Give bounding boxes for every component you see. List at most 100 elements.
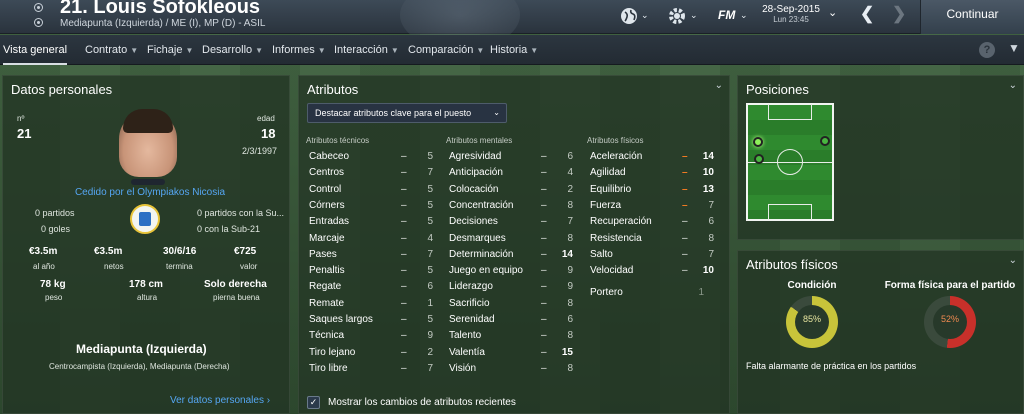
recent-changes-checkbox[interactable]: ✓ [307, 396, 320, 409]
continue-button[interactable]: Continuar [920, 0, 1024, 34]
dash-marker-icon: – [682, 216, 688, 228]
fm-logo[interactable]: FM [718, 8, 735, 22]
attribute-name: Aceleración [590, 151, 643, 162]
chevron-down-icon[interactable]: ⌄ [1009, 80, 1017, 91]
attribute-row[interactable]: Entradas – 5 [309, 214, 439, 230]
attribute-value: 7 [708, 199, 714, 211]
position-dot-natural[interactable] [753, 137, 763, 147]
dash-marker-icon: – [541, 281, 547, 293]
chevron-down-icon[interactable]: ⌄ [690, 10, 698, 21]
attribute-row[interactable]: Tiro libre – 7 [309, 361, 439, 377]
tab-interaccion[interactable]: Interacción ▼ [334, 35, 399, 65]
attribute-value: 8 [567, 232, 573, 244]
club-badge-icon[interactable] [130, 204, 160, 234]
attribute-row[interactable]: Anticipación – 4 [449, 165, 579, 181]
dash-marker-icon: – [541, 297, 547, 309]
attribute-row[interactable]: Remate – 1 [309, 296, 439, 312]
attribute-row[interactable]: Penaltis – 5 [309, 263, 439, 279]
position-dot-accomplished[interactable] [820, 136, 830, 146]
attribute-row[interactable]: Técnica – 9 [309, 328, 439, 344]
attribute-row[interactable]: Saques largos – 5 [309, 312, 439, 328]
loan-link[interactable]: Cedido por el Olympiakos Nicosia [60, 187, 240, 198]
chevron-down-icon[interactable]: ⌄ [740, 10, 748, 21]
tab-informes[interactable]: Informes ▼ [272, 35, 326, 65]
chevron-down-icon[interactable]: ⌄ [828, 6, 837, 19]
attribute-row[interactable]: Pases – 7 [309, 247, 439, 263]
highlight-key-attributes-dropdown[interactable]: Destacar atributos clave para el puesto ⌄ [307, 103, 507, 123]
menu-dot-icon[interactable] [34, 18, 43, 27]
back-arrow-icon[interactable]: ❮ [860, 4, 874, 24]
date-text: 28-Sep-2015 [762, 4, 820, 15]
attribute-row[interactable]: Tiro lejano – 2 [309, 345, 439, 361]
attribute-name: Centros [309, 167, 345, 179]
dash-marker-icon: – [541, 151, 547, 162]
view-personal-link[interactable]: Ver datos personales › [170, 395, 270, 406]
attribute-row[interactable]: Visión – 8 [449, 361, 579, 377]
attribute-row[interactable]: Velocidad – 10 [590, 263, 720, 279]
attribute-row[interactable]: Agresividad – 6 [449, 149, 579, 165]
attribute-row[interactable]: Juego en equipo – 9 [449, 263, 579, 279]
date-of-birth: 2/3/1997 [242, 146, 278, 156]
gear-icon[interactable] [668, 7, 686, 29]
attribute-row[interactable]: Cabeceo – 5 [309, 149, 439, 165]
chevron-down-icon[interactable]: ⌄ [1009, 255, 1017, 266]
attribute-row[interactable]: Liderazgo – 9 [449, 279, 579, 295]
tab-contrato[interactable]: Contrato ▼ [85, 35, 138, 65]
attribute-name: Decisiones [449, 216, 498, 228]
attribute-row[interactable]: Recuperación – 6 [590, 214, 720, 230]
attribute-row[interactable]: Control – 5 [309, 182, 439, 198]
attribute-value: 9 [567, 281, 573, 293]
attribute-row[interactable]: Salto – 7 [590, 247, 720, 263]
attribute-row[interactable]: Resistencia – 8 [590, 231, 720, 247]
penalty-area [768, 104, 812, 120]
attribute-row[interactable]: Talento – 8 [449, 328, 579, 344]
attribute-row[interactable]: Colocación – 2 [449, 182, 579, 198]
tab-historia[interactable]: Historia ▼ [490, 35, 538, 65]
globe-icon[interactable] [620, 7, 638, 29]
attribute-row[interactable]: Determinación – 14 [449, 247, 579, 263]
attribute-row[interactable]: Agilidad – 10 [590, 165, 720, 181]
key-attribute-marker-icon: – [682, 199, 688, 211]
attribute-value: 2 [567, 183, 573, 195]
u21-goals: 0 con la Sub-21 [197, 224, 261, 234]
more-menu-icon[interactable]: ▼ [1008, 41, 1020, 55]
wage-label: al año [33, 262, 55, 271]
menu-dot-icon[interactable] [34, 3, 43, 12]
net-wage-value: €3.5m [94, 246, 123, 257]
attribute-row[interactable]: Concentración – 8 [449, 198, 579, 214]
attribute-row[interactable]: Fuerza – 7 [590, 198, 720, 214]
attribute-row[interactable]: Valentía – 15 [449, 345, 579, 361]
game-date[interactable]: 28-Sep-2015 Lun 23:45 [750, 4, 832, 24]
attribute-name: Técnica [309, 330, 345, 342]
tab-vista-general[interactable]: Vista general [3, 35, 68, 65]
attribute-row[interactable]: Decisiones – 7 [449, 214, 579, 230]
tab-comparacion[interactable]: Comparación ▼ [408, 35, 484, 65]
attribute-row[interactable]: Serenidad – 6 [449, 312, 579, 328]
attribute-row[interactable]: Aceleración – 14 [590, 149, 720, 165]
age-label: edad [257, 114, 275, 123]
position-dot-accomplished[interactable] [754, 154, 764, 164]
attribute-row[interactable]: Centros – 7 [309, 165, 439, 181]
attribute-row[interactable]: Equilibrio – 13 [590, 182, 720, 198]
dash-marker-icon: – [401, 167, 407, 179]
attribute-row[interactable]: Marcaje – 4 [309, 231, 439, 247]
dash-marker-icon: – [401, 314, 407, 325]
tab-label: Vista general [3, 44, 68, 56]
chevron-down-icon[interactable]: ⌄ [641, 10, 649, 21]
dash-marker-icon: – [682, 232, 688, 244]
attribute-row[interactable]: Regate – 6 [309, 279, 439, 295]
attribute-name: Velocidad [590, 265, 634, 277]
tab-desarrollo[interactable]: Desarrollo ▼ [202, 35, 263, 65]
help-icon[interactable]: ? [979, 42, 995, 58]
forward-arrow-icon[interactable]: ❯ [892, 4, 906, 24]
attribute-row[interactable]: Desmarques – 8 [449, 231, 579, 247]
attribute-row[interactable]: Sacrificio – 8 [449, 296, 579, 312]
attribute-value: 6 [427, 281, 433, 293]
recent-changes-label[interactable]: Mostrar los cambios de atributos recient… [328, 397, 516, 408]
goals-count: 0 goles [41, 224, 71, 234]
dash-marker-icon: – [401, 151, 407, 162]
tab-fichaje[interactable]: Fichaje ▼ [147, 35, 193, 65]
chevron-down-icon[interactable]: ⌄ [715, 80, 723, 91]
attribute-row[interactable]: Córners – 5 [309, 198, 439, 214]
u21-matches: 0 partidos con la Su... [197, 208, 285, 218]
